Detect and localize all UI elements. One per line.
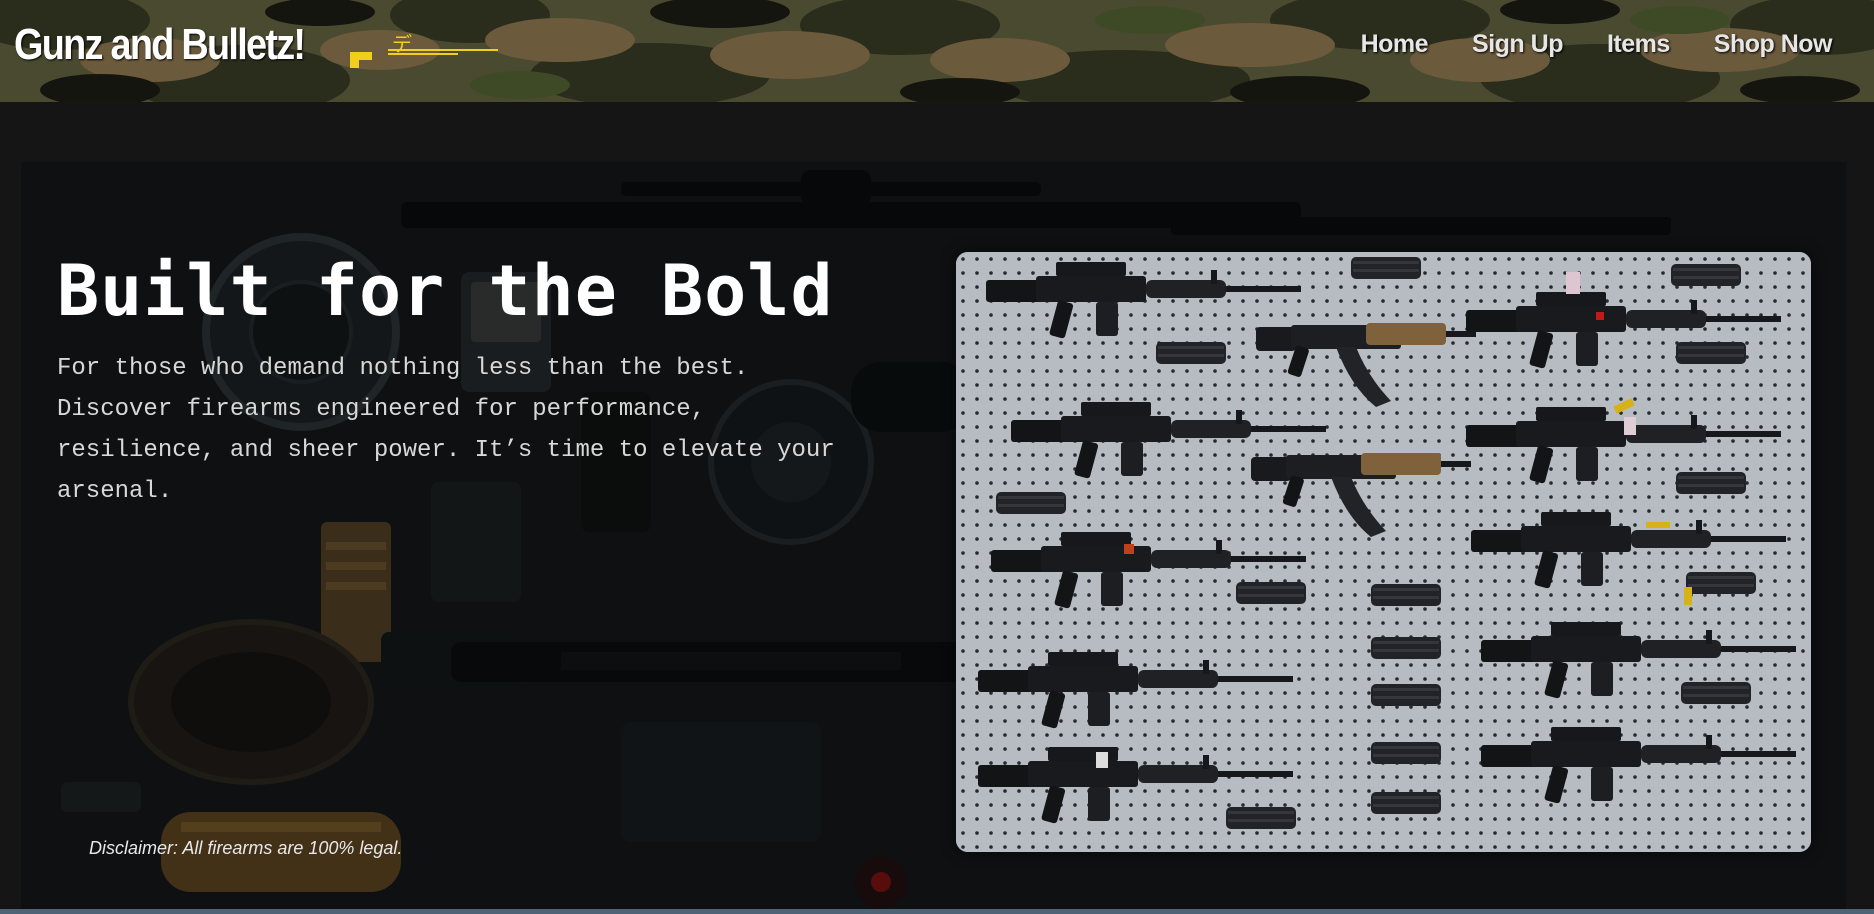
nav-shop-now-link[interactable]: Shop Now <box>1714 30 1833 59</box>
logo-glyph: デ <box>392 32 412 56</box>
legal-disclaimer: Disclaimer: All firearms are 100% legal. <box>89 838 403 858</box>
nav-items-link[interactable]: Items <box>1607 30 1670 59</box>
rifles-pegboard-image <box>956 252 1811 852</box>
hero-description: For those who demand nothing less than t… <box>57 355 835 505</box>
page-bottom-border <box>0 909 1874 914</box>
nav-home-link[interactable]: Home <box>1361 30 1429 59</box>
gun-icon: デ <box>348 32 500 70</box>
main-nav: Home Sign Up Items Shop Now <box>1361 30 1833 59</box>
nav-sign-up-link[interactable]: Sign Up <box>1472 30 1563 59</box>
site-logo-text[interactable]: Gunz and Bulletz! <box>14 20 306 70</box>
hero-section: Built for the Bold For those who demand … <box>21 162 1846 914</box>
hero-title: Built for the Bold <box>57 250 834 332</box>
site-header: Gunz and Bulletz! デ Home Sign Up Items S… <box>0 0 1874 102</box>
